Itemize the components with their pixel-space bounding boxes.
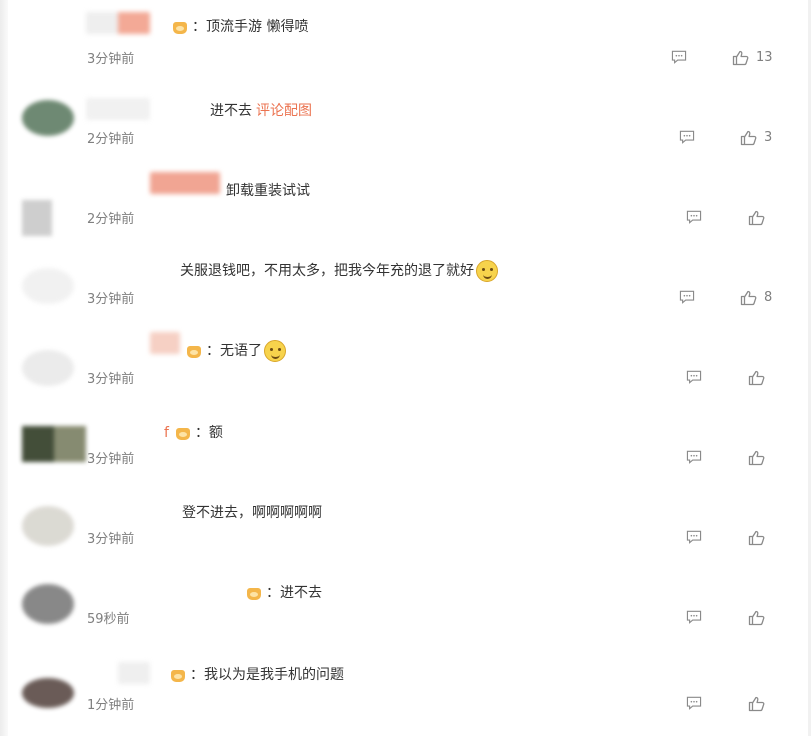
username-blurred[interactable]	[86, 12, 150, 34]
comment-time: 3分钟前	[87, 372, 135, 387]
comment-icon[interactable]	[671, 50, 687, 64]
comment-text: ：顶流手游 懒得喷	[172, 16, 308, 38]
avatar[interactable]	[22, 350, 74, 386]
member-crown-icon	[172, 19, 188, 35]
thumbs-up-icon[interactable]	[740, 130, 758, 146]
comment-time: 2分钟前	[87, 132, 135, 147]
thumbs-up-icon[interactable]	[748, 370, 766, 386]
avatar[interactable]	[22, 200, 52, 236]
thumbs-up-icon[interactable]	[732, 50, 750, 66]
avatar[interactable]	[22, 678, 74, 708]
thinking-emoji-icon	[476, 260, 498, 282]
comment-item: ：顶流手游 懒得喷 3分钟前 13	[0, 0, 811, 80]
comment-text: ：进不去	[246, 582, 322, 604]
comment-time: 1分钟前	[87, 698, 135, 713]
comment-icon[interactable]	[686, 696, 702, 710]
avatar[interactable]	[22, 506, 74, 546]
comment-item: ：进不去 59秒前	[0, 560, 811, 640]
comment-image-link[interactable]: 评论配图	[256, 100, 312, 122]
comment-icon[interactable]	[679, 130, 695, 144]
member-crown-icon	[175, 425, 191, 441]
thumbs-up-icon[interactable]	[748, 210, 766, 226]
like-count: 8	[764, 290, 773, 305]
comment-item: 关服退钱吧，不用太多，把我今年充的退了就好 3分钟前 8	[0, 240, 811, 320]
smile-emoji-icon	[264, 340, 286, 362]
member-crown-icon	[186, 343, 202, 359]
comment-time: 59秒前	[87, 612, 130, 627]
like-count: 13	[756, 50, 773, 65]
like-count: 3	[764, 130, 773, 145]
thumbs-up-icon[interactable]	[748, 696, 766, 712]
username-blurred[interactable]	[118, 662, 150, 684]
comment-icon[interactable]	[686, 210, 702, 224]
comment-text: 卸载重装试试	[226, 183, 310, 199]
comment-icon[interactable]	[679, 290, 695, 304]
avatar[interactable]	[22, 584, 74, 624]
comment-text: ：无语了	[186, 340, 286, 362]
comment-item: ：我以为是我手机的问题 1分钟前	[0, 640, 811, 720]
member-crown-icon	[246, 585, 262, 601]
thumbs-up-icon[interactable]	[748, 530, 766, 546]
comment-text: 登不进去，啊啊啊啊啊	[182, 505, 322, 521]
comment-item: 卸载重装试试 2分钟前	[0, 160, 811, 240]
comment-icon[interactable]	[686, 370, 702, 384]
comment-text: ：我以为是我手机的问题	[170, 664, 344, 686]
comment-text: 关服退钱吧，不用太多，把我今年充的退了就好	[180, 260, 498, 282]
comment-text: f ：额	[164, 425, 223, 441]
avatar[interactable]	[22, 426, 86, 462]
comment-item: f ：额 3分钟前	[0, 400, 811, 480]
thumbs-up-icon[interactable]	[748, 450, 766, 466]
comment-item: 登不进去，啊啊啊啊啊 3分钟前	[0, 480, 811, 560]
comment-time: 3分钟前	[87, 532, 135, 547]
thumbs-up-icon[interactable]	[740, 290, 758, 306]
username-blurred[interactable]	[150, 172, 220, 194]
comment-item: ：无语了 3分钟前	[0, 320, 811, 400]
comment-time: 2分钟前	[87, 212, 135, 227]
avatar[interactable]	[22, 100, 74, 136]
comment-text: 进不去 评论配图	[210, 100, 312, 122]
comment-time: 3分钟前	[87, 292, 135, 307]
comment-time: 3分钟前	[87, 52, 135, 67]
comment-time: 3分钟前	[87, 452, 135, 467]
member-crown-icon	[170, 667, 186, 683]
thumbs-up-icon[interactable]	[748, 610, 766, 626]
username-blurred[interactable]	[86, 98, 150, 120]
username-blurred[interactable]	[150, 332, 180, 354]
comment-icon[interactable]	[686, 610, 702, 624]
comment-item: 进不去 评论配图 2分钟前 3	[0, 80, 811, 160]
comment-icon[interactable]	[686, 530, 702, 544]
avatar[interactable]	[22, 268, 74, 304]
comment-icon[interactable]	[686, 450, 702, 464]
